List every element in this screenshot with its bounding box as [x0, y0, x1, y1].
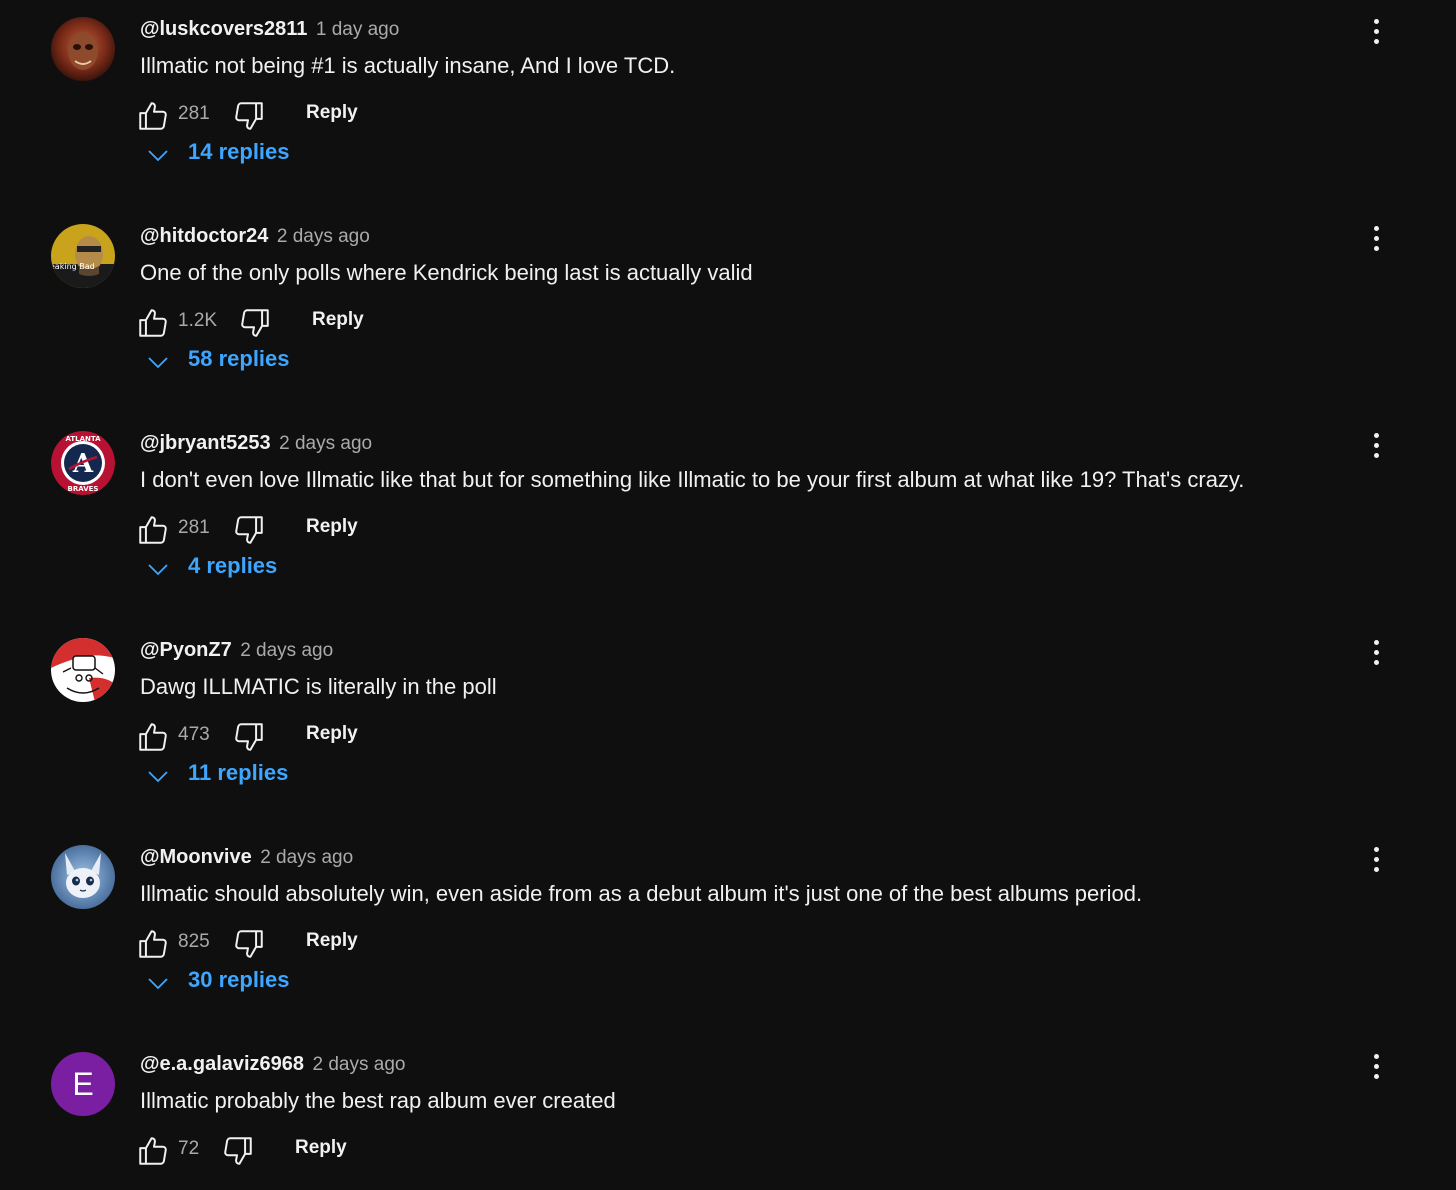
more-actions-icon[interactable]: [1364, 433, 1388, 458]
thumbs-up-icon[interactable]: [136, 720, 170, 754]
comment-timestamp[interactable]: 1 day ago: [316, 19, 399, 40]
comment-text: Illmatic not being #1 is actually insane…: [140, 53, 676, 78]
reply-button[interactable]: Reply: [306, 930, 358, 952]
replies-count: 58 replies: [188, 346, 290, 371]
avatar-text-top: ATLANTA: [65, 435, 101, 443]
thumbs-up-icon[interactable]: [136, 1134, 170, 1168]
like-count: 281: [178, 517, 210, 538]
letter-avatar[interactable]: E: [51, 1052, 115, 1116]
replies-count: 14 replies: [188, 139, 290, 164]
breaking-bad-avatar[interactable]: Breaking Bad: [51, 224, 115, 288]
comment-timestamp[interactable]: 2 days ago: [277, 226, 370, 247]
reply-button[interactable]: Reply: [312, 309, 364, 331]
comment-author[interactable]: @PyonZ7: [140, 639, 232, 661]
chevron-down-icon: [148, 564, 168, 576]
comment-timestamp[interactable]: 2 days ago: [279, 433, 372, 454]
comment-item: A ATLANTA BRAVES @jbryant5253 2 days ago…: [0, 414, 1456, 621]
chevron-down-icon: [148, 771, 168, 783]
avatar-letter: E: [72, 1066, 94, 1102]
comment-text: I don't even love Illmatic like that but…: [140, 467, 1245, 492]
masked-face-avatar[interactable]: [51, 17, 115, 81]
fox-character-avatar[interactable]: [51, 845, 115, 909]
more-actions-icon[interactable]: [1364, 1054, 1388, 1079]
like-count: 72: [178, 1138, 200, 1159]
more-actions-icon[interactable]: [1364, 226, 1388, 251]
comment-timestamp[interactable]: 2 days ago: [313, 1054, 406, 1075]
comment-timestamp[interactable]: 2 days ago: [240, 640, 333, 661]
thumbs-down-icon[interactable]: [232, 513, 266, 547]
comment-text: Illmatic should absolutely win, even asi…: [140, 881, 1143, 906]
comment-item: @Moonvive 2 days ago Illmatic should abs…: [0, 828, 1456, 1035]
chevron-down-icon: [148, 357, 168, 369]
comment-text: Dawg ILLMATIC is literally in the poll: [140, 674, 497, 699]
thumbs-up-icon[interactable]: [136, 99, 170, 133]
sketch-character-avatar[interactable]: [51, 638, 115, 702]
thumbs-up-icon[interactable]: [136, 513, 170, 547]
like-count: 473: [178, 724, 210, 745]
thumbs-up-icon[interactable]: [136, 927, 170, 961]
comment-author[interactable]: @jbryant5253: [140, 432, 271, 454]
more-actions-icon[interactable]: [1364, 19, 1388, 44]
comment-item: @PyonZ7 2 days ago Dawg ILLMATIC is lite…: [0, 621, 1456, 828]
thumbs-down-icon[interactable]: [232, 720, 266, 754]
like-count: 1.2K: [178, 310, 218, 331]
comment-author[interactable]: @e.a.galaviz6968: [140, 1053, 304, 1075]
thumbs-down-icon[interactable]: [238, 306, 272, 340]
comment-item: E @e.a.galaviz6968 2 days ago Illmatic p…: [0, 1035, 1456, 1190]
comment-author[interactable]: @luskcovers2811: [140, 18, 307, 40]
chevron-down-icon: [148, 150, 168, 162]
thumbs-down-icon[interactable]: [221, 1134, 255, 1168]
comment-author[interactable]: @hitdoctor24: [140, 225, 268, 247]
avatar-text-bottom: BRAVES: [68, 485, 99, 493]
replies-count: 4 replies: [188, 553, 278, 578]
comment-item: @luskcovers2811 1 day ago Illmatic not b…: [0, 0, 1456, 207]
reply-button[interactable]: Reply: [295, 1137, 347, 1159]
comment-text: One of the only polls where Kendrick bei…: [140, 260, 753, 285]
thumbs-up-icon[interactable]: [136, 306, 170, 340]
like-count: 825: [178, 931, 210, 952]
more-actions-icon[interactable]: [1364, 640, 1388, 665]
avatar-text: Breaking Bad: [51, 262, 95, 271]
replies-count: 30 replies: [188, 967, 290, 992]
like-count: 281: [178, 103, 210, 124]
reply-button[interactable]: Reply: [306, 723, 358, 745]
comment-author[interactable]: @Moonvive: [140, 846, 252, 868]
comment-item: Breaking Bad @hitdoctor24 2 days ago One…: [0, 207, 1456, 414]
thumbs-down-icon[interactable]: [232, 927, 266, 961]
svg-text:A: A: [72, 449, 94, 479]
reply-button[interactable]: Reply: [306, 516, 358, 538]
thumbs-down-icon[interactable]: [232, 99, 266, 133]
chevron-down-icon: [148, 978, 168, 990]
replies-count: 11 replies: [188, 760, 289, 785]
atlanta-braves-logo-avatar[interactable]: A ATLANTA BRAVES: [51, 431, 115, 495]
reply-button[interactable]: Reply: [306, 102, 358, 124]
more-actions-icon[interactable]: [1364, 847, 1388, 872]
comment-text: Illmatic probably the best rap album eve…: [140, 1088, 616, 1113]
comment-timestamp[interactable]: 2 days ago: [260, 847, 353, 868]
